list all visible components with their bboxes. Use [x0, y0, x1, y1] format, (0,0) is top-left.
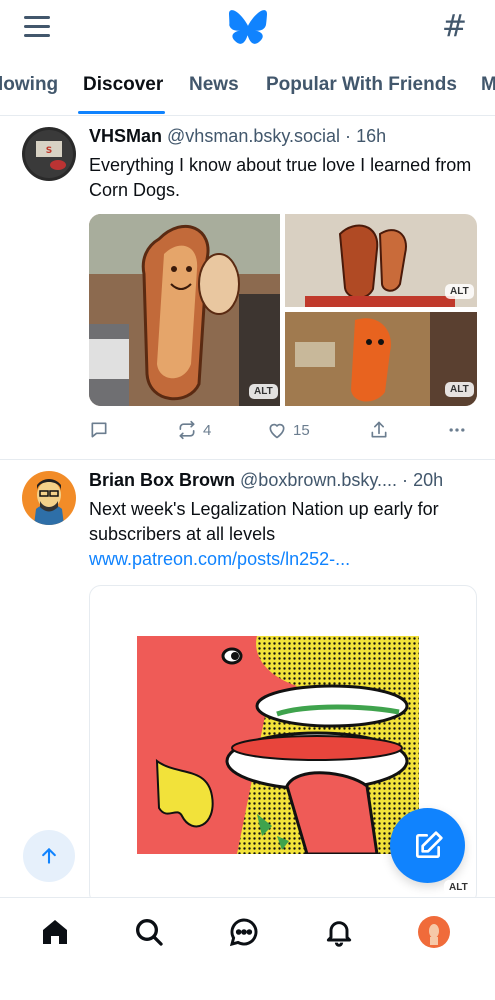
post-text: Next week's Legalization Nation up early… — [89, 497, 479, 572]
tab-discover[interactable]: Discover — [83, 74, 163, 96]
author-handle[interactable]: @boxbrown.bsky.... — [240, 470, 397, 490]
post-time[interactable]: 20h — [413, 470, 443, 490]
repost-count: 4 — [203, 421, 212, 439]
separator: · — [402, 470, 409, 490]
alt-badge[interactable]: ALT — [249, 384, 278, 399]
post-time[interactable]: 16h — [356, 126, 386, 146]
like-button[interactable]: 15 — [267, 420, 310, 440]
feed-post[interactable]: S VHSMan @vhsman.bsky.social · 16h Every… — [0, 117, 495, 460]
tab-popular-with-friends[interactable]: Popular With Friends — [266, 74, 457, 96]
image-gallery: ALT ALT ALT — [89, 214, 477, 406]
compose-icon — [415, 830, 443, 858]
author-name[interactable]: VHSMan — [89, 126, 162, 146]
butterfly-icon[interactable] — [229, 9, 267, 45]
post-actions: 4 15 — [89, 420, 479, 444]
alt-badge[interactable]: ALT — [444, 880, 473, 895]
home-icon[interactable] — [39, 916, 71, 948]
tab-more[interactable]: M — [481, 74, 495, 96]
svg-text:S: S — [46, 146, 52, 156]
share-button[interactable] — [369, 420, 389, 440]
post-text-body: Next week's Legalization Nation up early… — [89, 499, 439, 544]
author-handle[interactable]: @vhsman.bsky.social — [167, 126, 340, 146]
compose-button[interactable] — [390, 808, 465, 883]
bell-icon[interactable] — [323, 916, 355, 948]
search-icon[interactable] — [133, 916, 165, 948]
top-bar: # — [0, 0, 495, 56]
reply-button[interactable] — [89, 420, 115, 440]
hash-icon[interactable]: # — [442, 12, 467, 42]
avatar[interactable] — [22, 471, 76, 525]
tab-following[interactable]: lowing — [0, 74, 58, 96]
more-options-button[interactable] — [447, 420, 467, 440]
chat-icon[interactable] — [228, 916, 260, 948]
reply-icon — [91, 422, 107, 438]
post-image[interactable]: ALT — [285, 214, 477, 307]
ellipsis-icon — [449, 428, 465, 432]
alt-badge[interactable]: ALT — [445, 284, 474, 299]
hamburger-menu-icon[interactable] — [24, 16, 52, 38]
author-name[interactable]: Brian Box Brown — [89, 470, 235, 490]
arrow-up-icon — [42, 848, 56, 864]
repost-icon — [179, 420, 195, 440]
post-image[interactable]: ALT — [89, 214, 280, 406]
scroll-to-top-button[interactable] — [23, 830, 75, 882]
post-image[interactable]: ALT — [285, 312, 477, 406]
bottom-navigation — [0, 897, 495, 1000]
profile-avatar[interactable] — [418, 916, 450, 948]
post-text: Everything I know about true love I lear… — [89, 155, 472, 200]
heart-icon — [269, 423, 285, 439]
post-header: VHSMan @vhsman.bsky.social · 16h — [89, 126, 386, 147]
active-tab-indicator — [78, 111, 165, 114]
tab-news[interactable]: News — [189, 74, 239, 96]
repost-button[interactable]: 4 — [177, 420, 211, 440]
card-image — [137, 636, 419, 854]
post-link[interactable]: www.patreon.com/posts/ln252-... — [89, 549, 350, 569]
feed-tabs: lowing Discover News Popular With Friend… — [0, 66, 495, 116]
avatar[interactable]: S — [22, 127, 76, 181]
share-icon — [371, 421, 387, 438]
post-header: Brian Box Brown @boxbrown.bsky.... · 20h — [89, 470, 443, 491]
like-count: 15 — [293, 421, 310, 439]
alt-badge[interactable]: ALT — [445, 382, 474, 397]
separator: · — [345, 126, 352, 146]
